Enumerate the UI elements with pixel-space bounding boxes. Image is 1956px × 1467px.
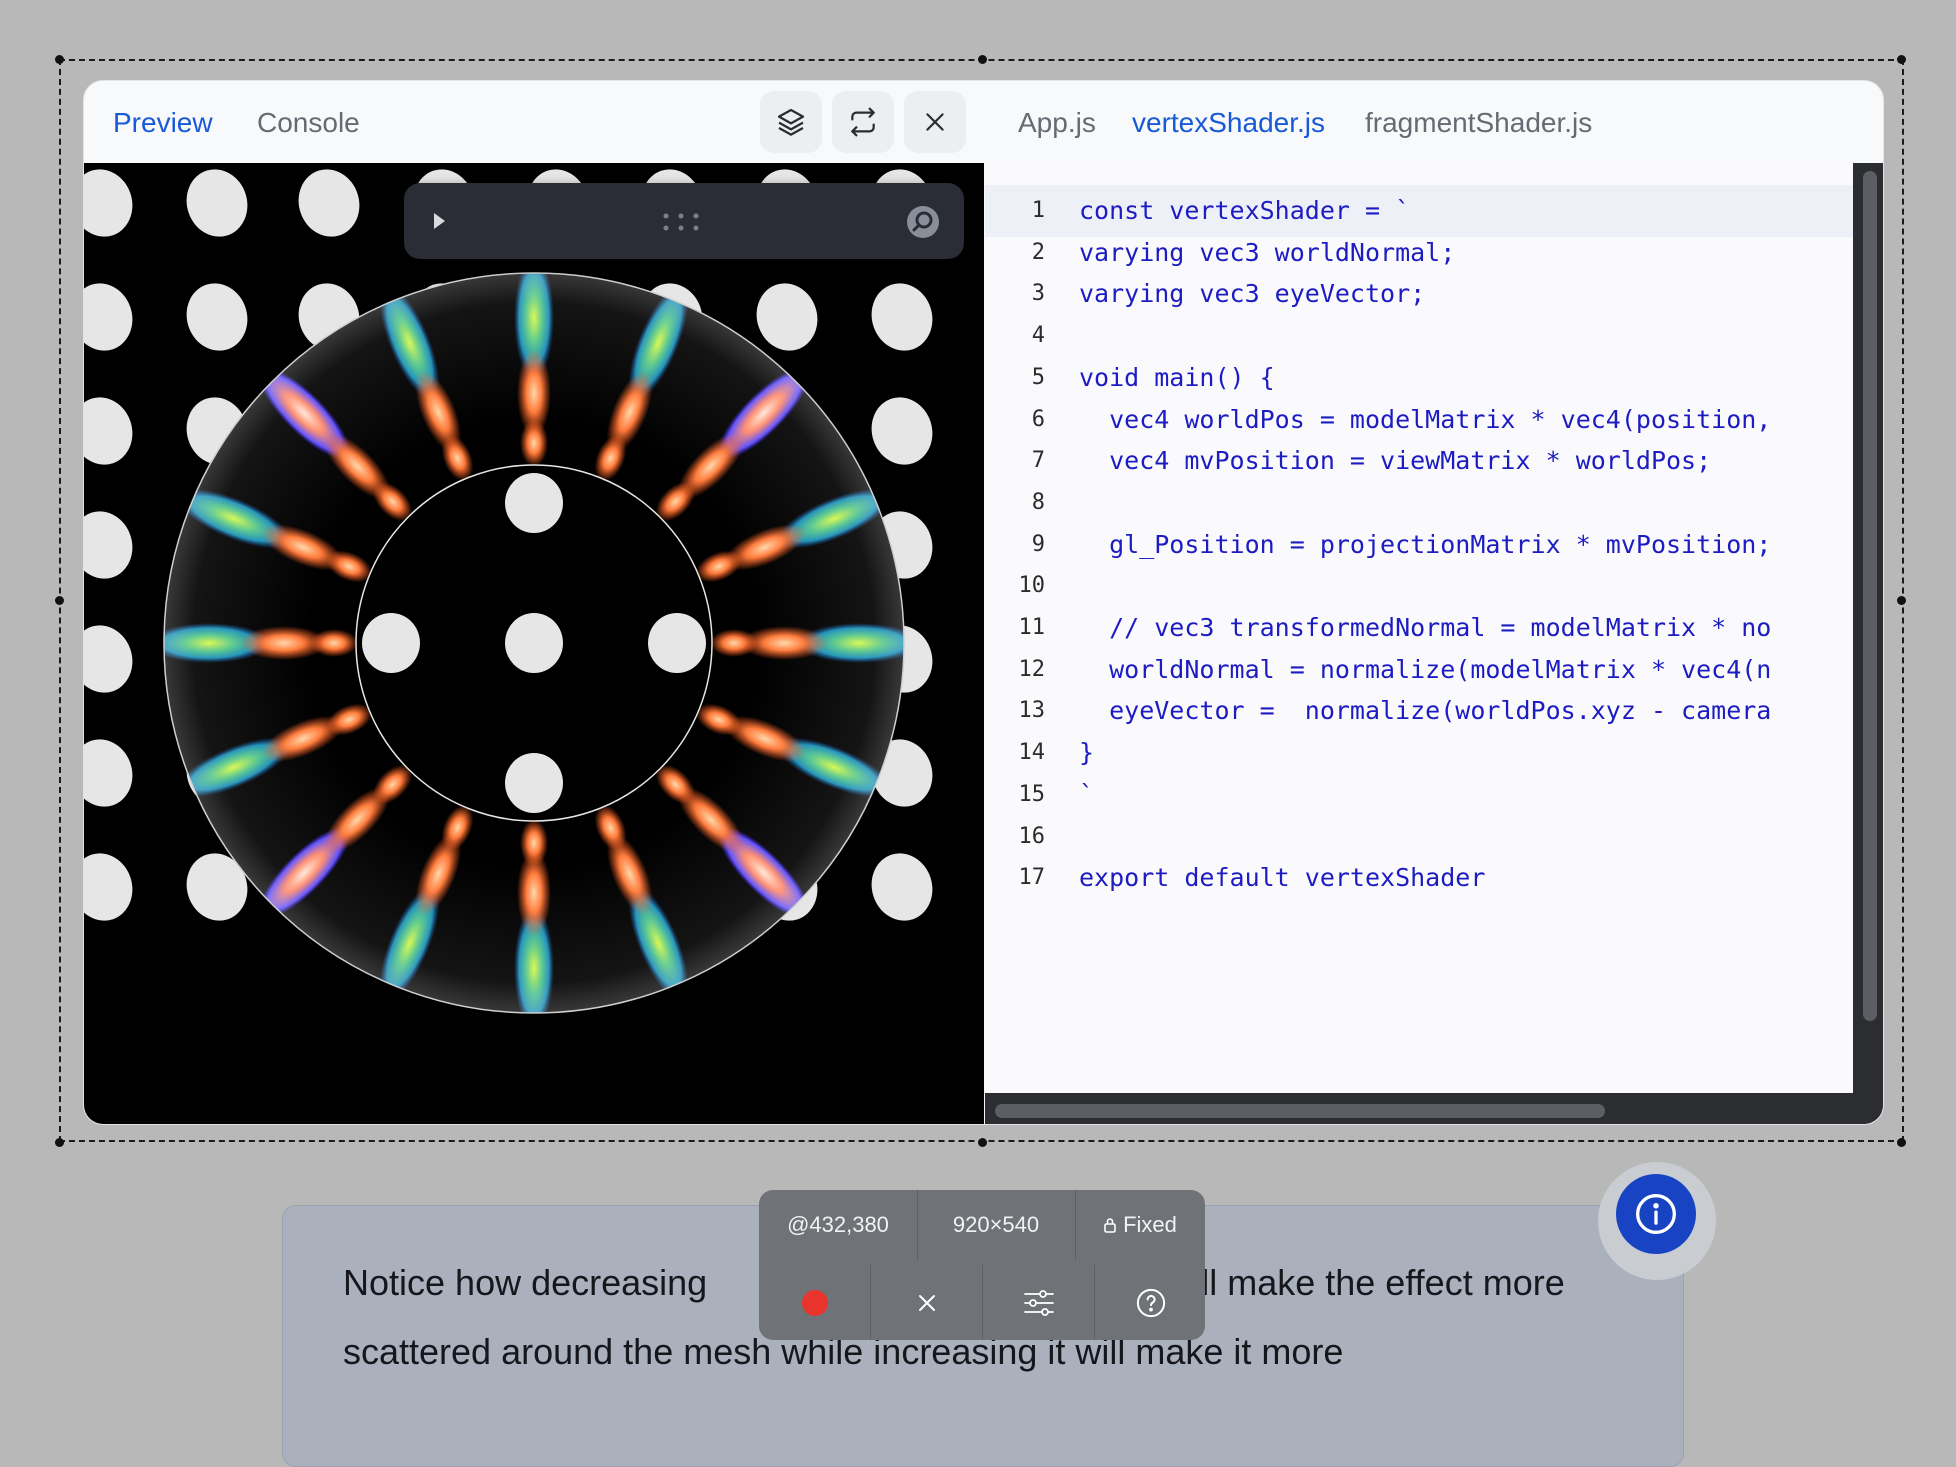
hud-size: 920×540 (952, 1212, 1040, 1237)
help-button[interactable] (1095, 1265, 1205, 1340)
close-icon (926, 113, 944, 131)
cancel-button[interactable] (871, 1265, 983, 1340)
background-dot (186, 169, 248, 237)
lock-icon (1104, 1218, 1116, 1233)
horizontal-scroll-thumb[interactable] (995, 1104, 1605, 1118)
tab-preview[interactable]: Preview (113, 107, 213, 139)
capture-hud: @432,380 920×540 Fixed (759, 1190, 1205, 1340)
preview-floating-toolbar (404, 183, 964, 259)
refresh-icon (851, 107, 875, 137)
hud-action-row (759, 1265, 1205, 1340)
tab-console[interactable]: Console (257, 107, 360, 139)
tab-vertex-shader[interactable]: vertexShader.js (1132, 107, 1325, 139)
hud-mode[interactable]: Fixed (1075, 1190, 1205, 1260)
record-icon (802, 1289, 828, 1316)
inner-dot (505, 613, 563, 673)
hud-mode-label: Fixed (1123, 1212, 1177, 1237)
inner-dot (648, 613, 706, 673)
file-tab-bar: App.js vertexShader.js fragmentShader.js (984, 81, 1883, 163)
inner-dot (362, 613, 420, 673)
info-button[interactable] (1616, 1174, 1696, 1254)
inspect-icon[interactable] (906, 205, 940, 239)
background-dot (871, 853, 933, 921)
shader-render (84, 169, 933, 1014)
background-dot (871, 283, 933, 351)
background-dot (84, 511, 133, 579)
resize-handle-b[interactable] (978, 1138, 987, 1147)
info-icon (1636, 1194, 1676, 1234)
background-dot (84, 625, 133, 693)
help-icon (1136, 1288, 1166, 1317)
layers-icon (777, 108, 805, 136)
tab-app-js[interactable]: App.js (1018, 107, 1096, 139)
preview-canvas[interactable] (84, 163, 984, 1124)
background-dot (84, 397, 133, 465)
code-editor[interactable]: 1 const vertexShader = ` 2 varying vec3 wor… (985, 163, 1853, 1093)
code-text: export default vertexShader (1079, 863, 1486, 893)
inner-dot (505, 753, 563, 813)
sandbox-panel: Preview Console App.js vertexShader.js f… (83, 80, 1884, 1125)
article-text-before: Notice how decreasing (343, 1262, 718, 1303)
line-number: 17 (1018, 865, 1046, 891)
background-dot (84, 853, 133, 921)
hud-position: @432,380 (787, 1212, 889, 1237)
resize-handle-t[interactable] (978, 55, 987, 64)
preview-tab-bar: Preview Console (84, 81, 984, 163)
layers-button[interactable] (760, 91, 822, 153)
resize-handle-l[interactable] (55, 596, 64, 605)
code-line[interactable]: 17 export default vertexShader (985, 852, 1853, 904)
background-dot (298, 169, 360, 237)
horizontal-scrollbar[interactable] (985, 1093, 1883, 1124)
close-button[interactable] (904, 91, 966, 153)
play-icon[interactable] (430, 211, 448, 231)
vertical-scroll-thumb[interactable] (1863, 171, 1877, 1021)
resize-handle-tl[interactable] (55, 55, 64, 64)
background-dot (84, 169, 133, 237)
resize-handle-br[interactable] (1897, 1138, 1906, 1147)
background-dot (186, 283, 248, 351)
vertical-scrollbar[interactable] (1853, 163, 1883, 1124)
background-dot (756, 283, 818, 351)
sliders-icon (1024, 1289, 1054, 1316)
resize-handle-bl[interactable] (55, 1138, 64, 1147)
settings-button[interactable] (983, 1265, 1095, 1340)
info-button-wrap (1598, 1162, 1716, 1280)
resize-handle-tr[interactable] (1897, 55, 1906, 64)
close-icon (919, 1294, 935, 1311)
record-button[interactable] (759, 1265, 871, 1340)
resize-handle-r[interactable] (1897, 596, 1906, 605)
inner-dot (505, 473, 563, 533)
hud-info-row: @432,380 920×540 Fixed (759, 1190, 1205, 1260)
refresh-button[interactable] (832, 91, 894, 153)
background-dot (84, 739, 133, 807)
background-dot (871, 397, 933, 465)
drag-handle-icon[interactable] (661, 211, 707, 233)
background-dot (84, 283, 133, 351)
tab-fragment-shader[interactable]: fragmentShader.js (1365, 107, 1592, 139)
